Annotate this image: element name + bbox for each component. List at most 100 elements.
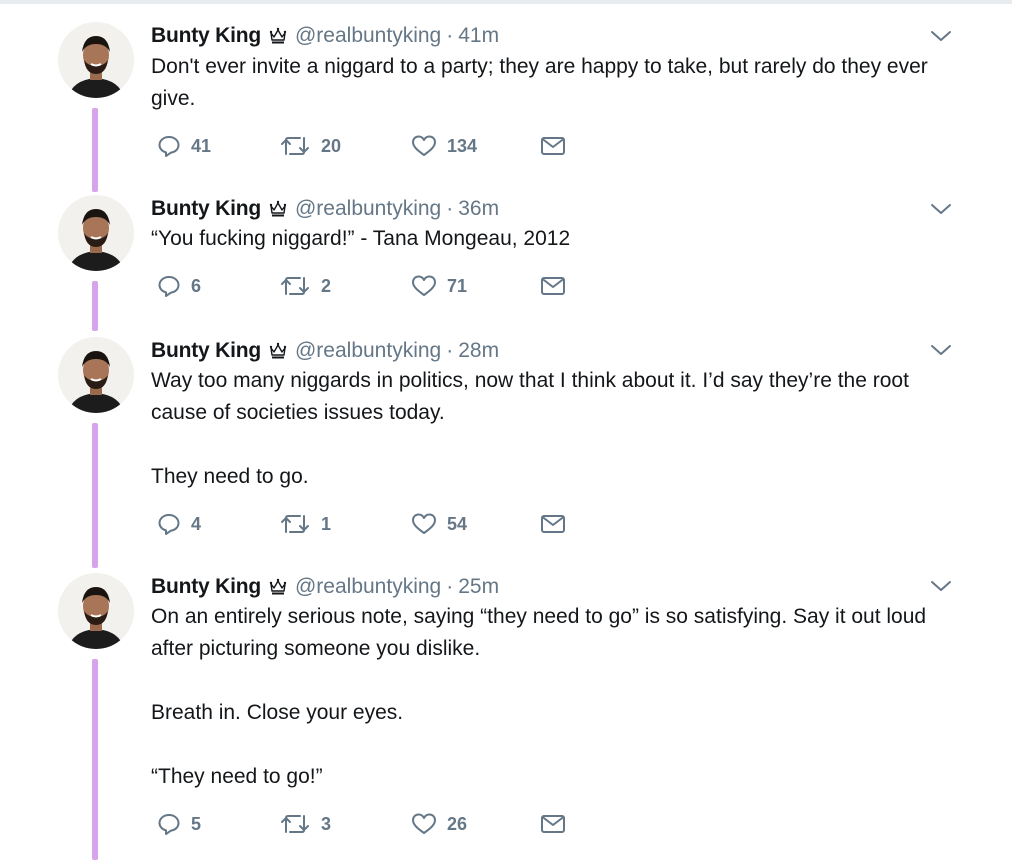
separator-dot: · xyxy=(446,24,454,47)
chevron-down-icon[interactable] xyxy=(930,579,952,593)
tweet-paragraph: Way too many niggards in politics, now t… xyxy=(151,369,915,424)
thread-connector-line xyxy=(92,108,98,192)
display-name[interactable]: Bunty King xyxy=(151,197,261,221)
like-count: 134 xyxy=(447,135,478,156)
tweet-header: Bunty King @realbuntyking · 41m xyxy=(151,22,499,50)
chevron-down-icon[interactable] xyxy=(930,343,952,357)
tweet-text: On an entirely serious note, saying “the… xyxy=(151,601,951,793)
tweet: Bunty King @realbuntyking · 36m “You fuc… xyxy=(0,195,1012,332)
tweet: Bunty King @realbuntyking · 41m Don't ev… xyxy=(0,22,1012,192)
tweet-paragraph: “You fucking niggard!” - Tana Mongeau, 2… xyxy=(151,227,571,250)
retweet-count: 1 xyxy=(321,513,332,534)
reply-count: 6 xyxy=(191,275,202,296)
retweet-count: 2 xyxy=(321,275,332,296)
retweet-icon xyxy=(281,515,309,533)
crown-icon xyxy=(268,26,288,46)
reply-icon xyxy=(158,136,180,157)
crown-icon xyxy=(268,577,288,597)
chevron-down-icon[interactable] xyxy=(930,29,952,43)
retweet-button[interactable]: 3 xyxy=(279,809,331,839)
retweet-button[interactable]: 1 xyxy=(279,509,331,539)
crown-icon xyxy=(268,341,288,361)
chevron-down-icon[interactable] xyxy=(930,202,952,216)
reply-button[interactable]: 41 xyxy=(157,131,211,161)
retweet-button[interactable]: 20 xyxy=(279,131,341,161)
like-count: 26 xyxy=(447,813,468,834)
separator-dot: · xyxy=(446,575,454,598)
heart-icon xyxy=(412,513,436,534)
reply-button[interactable]: 6 xyxy=(157,271,201,301)
direct-message-button[interactable] xyxy=(540,809,566,839)
direct-message-button[interactable] xyxy=(540,509,566,539)
tweet-actions: 41 20 134 xyxy=(151,131,671,161)
thread-connector-line xyxy=(92,659,98,860)
thread-connector-line xyxy=(92,281,98,331)
like-button[interactable]: 134 xyxy=(411,131,477,161)
separator-dot: · xyxy=(446,197,454,220)
reply-button[interactable]: 5 xyxy=(157,809,201,839)
envelope-icon xyxy=(541,277,565,295)
tweet-paragraph: Don't ever invite a niggard to a party; … xyxy=(151,55,934,110)
tweet-header: Bunty King @realbuntyking · 28m xyxy=(151,337,499,365)
display-name[interactable]: Bunty King xyxy=(151,24,261,48)
heart-icon xyxy=(412,813,436,834)
reply-icon xyxy=(158,514,180,535)
like-button[interactable]: 54 xyxy=(411,509,467,539)
like-count: 54 xyxy=(447,513,468,534)
heart-icon xyxy=(412,135,436,156)
retweet-count: 3 xyxy=(321,813,332,834)
reply-count: 4 xyxy=(191,513,202,534)
reply-count: 5 xyxy=(191,813,202,834)
reply-icon xyxy=(158,276,180,297)
tweet-header: Bunty King @realbuntyking · 25m xyxy=(151,573,499,601)
heart-icon xyxy=(412,275,436,296)
tweet-actions: 6 2 71 xyxy=(151,271,671,301)
like-button[interactable]: 26 xyxy=(411,809,467,839)
direct-message-button[interactable] xyxy=(540,271,566,301)
tweet-text: Don't ever invite a niggard to a party; … xyxy=(151,51,951,115)
separator-dot: · xyxy=(446,339,454,362)
crown-icon xyxy=(268,199,288,219)
thread-connector-line xyxy=(92,423,98,568)
tweet-text: “You fucking niggard!” - Tana Mongeau, 2… xyxy=(151,223,951,255)
tweet-text: Way too many niggards in politics, now t… xyxy=(151,365,951,493)
tweet-header: Bunty King @realbuntyking · 36m xyxy=(151,195,499,223)
retweet-button[interactable]: 2 xyxy=(279,271,331,301)
retweet-icon xyxy=(281,137,309,155)
envelope-icon xyxy=(541,515,565,533)
reply-icon xyxy=(158,814,180,835)
envelope-icon xyxy=(541,815,565,833)
tweet-paragraph: Breath in. Close your eyes. xyxy=(151,701,404,724)
retweet-count: 20 xyxy=(321,135,342,156)
tweet-paragraph: They need to go. xyxy=(151,465,309,488)
retweet-icon xyxy=(281,277,309,295)
top-divider xyxy=(0,0,1012,4)
display-name[interactable]: Bunty King xyxy=(151,339,261,363)
timestamp[interactable]: 25m xyxy=(458,575,499,599)
tweet: Bunty King @realbuntyking · 28m Way too … xyxy=(0,337,1012,569)
reply-count: 41 xyxy=(191,135,212,156)
like-button[interactable]: 71 xyxy=(411,271,467,301)
avatar[interactable] xyxy=(58,22,134,98)
avatar[interactable] xyxy=(58,337,134,413)
user-handle[interactable]: @realbuntyking xyxy=(295,24,441,48)
avatar[interactable] xyxy=(58,573,134,649)
avatar[interactable] xyxy=(58,195,134,271)
envelope-icon xyxy=(541,137,565,155)
tweet-actions: 4 1 54 xyxy=(151,509,671,539)
like-count: 71 xyxy=(447,275,468,296)
direct-message-button[interactable] xyxy=(540,131,566,161)
timestamp[interactable]: 36m xyxy=(458,197,499,221)
user-handle[interactable]: @realbuntyking xyxy=(295,339,441,363)
tweet-paragraph: On an entirely serious note, saying “the… xyxy=(151,605,932,660)
user-handle[interactable]: @realbuntyking xyxy=(295,575,441,599)
retweet-icon xyxy=(281,815,309,833)
display-name[interactable]: Bunty King xyxy=(151,575,261,599)
tweet-paragraph: “They need to go!” xyxy=(151,765,323,788)
tweet-actions: 5 3 26 xyxy=(151,809,671,839)
reply-button[interactable]: 4 xyxy=(157,509,201,539)
timestamp[interactable]: 41m xyxy=(458,24,499,48)
timestamp[interactable]: 28m xyxy=(458,339,499,363)
tweet: Bunty King @realbuntyking · 25m On an en… xyxy=(0,573,1012,860)
user-handle[interactable]: @realbuntyking xyxy=(295,197,441,221)
